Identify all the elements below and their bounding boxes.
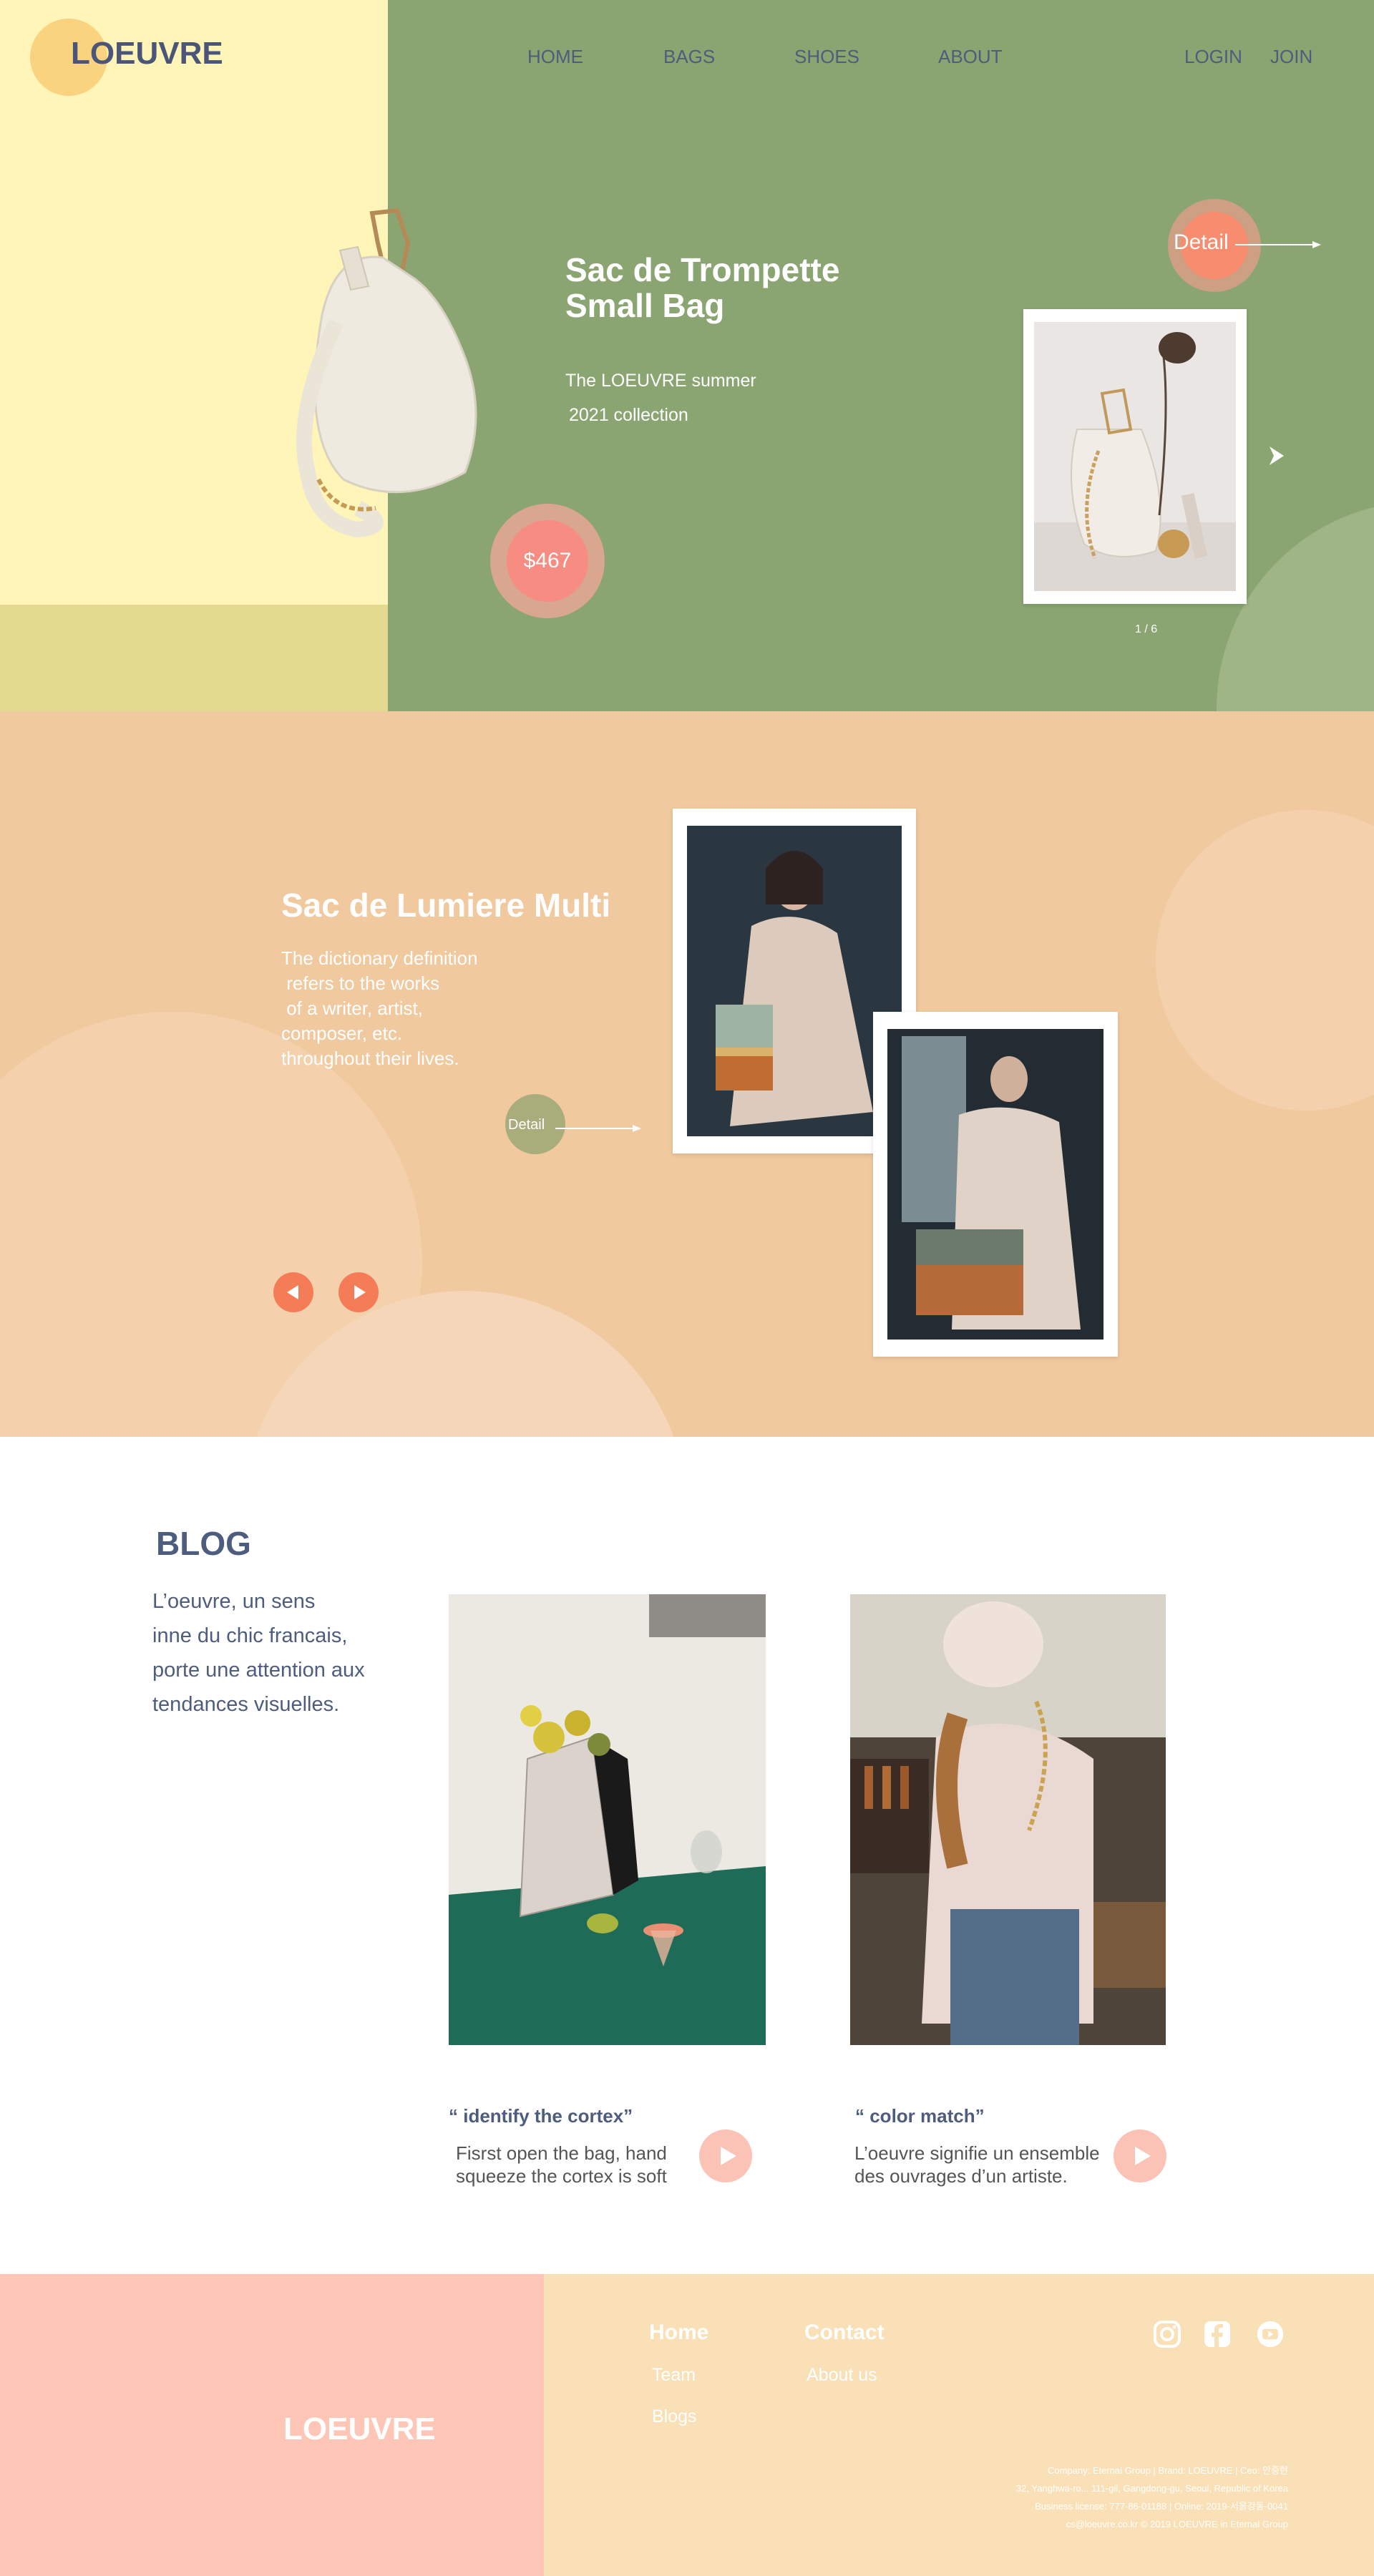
blog-card-1-text: Fisrst open the bag, hand squeeze the co… [456, 2142, 667, 2187]
hero-product-frame[interactable] [1023, 309, 1247, 604]
feature-decorative-circle-right [1156, 810, 1374, 1111]
footer-link-team[interactable]: Team [652, 2365, 696, 2386]
blog-card-1-title[interactable]: “ identify the cortex” [449, 2105, 633, 2127]
nav-item-home[interactable]: HOME [527, 46, 583, 68]
footer-link-about[interactable]: About us [807, 2365, 877, 2386]
feature-title: Sac de Lumiere Multi [281, 887, 611, 924]
footer-company-info: Company: Eternal Group | Brand: LOEUVRE … [1015, 2465, 1288, 2529]
hero-title-line2: Small Bag [565, 287, 725, 324]
nav-item-bags[interactable]: BAGS [663, 46, 715, 68]
play-icon [354, 1285, 366, 1299]
hero-product-photo [1034, 322, 1236, 591]
hero-subtitle: The LOEUVRE summer 2021 collection [565, 364, 756, 432]
facebook-icon[interactable] [1203, 2320, 1232, 2348]
feature-photo-frame-2[interactable] [873, 1012, 1118, 1357]
blog-card-1-play-button[interactable] [699, 2129, 752, 2182]
blog-title: BLOG [156, 1525, 251, 1562]
arrow-left-icon [287, 1285, 298, 1299]
footer-brand-panel [0, 2274, 544, 2576]
blog-card-2-text: L’oeuvre signifie un ensemble des ouvrag… [854, 2142, 1100, 2187]
hero-yellow-strip [0, 605, 388, 711]
nav-item-about[interactable]: ABOUT [938, 46, 1003, 68]
hero-detail-label[interactable]: Detail [1174, 230, 1229, 255]
instagram-icon[interactable] [1153, 2320, 1181, 2348]
feature-photo-2 [887, 1029, 1103, 1340]
play-icon [721, 2147, 736, 2165]
hero-title-line1: Sac de Trompette [565, 251, 840, 288]
feature-text: The dictionary definition refers to the … [281, 947, 478, 1069]
prev-button[interactable] [273, 1272, 313, 1312]
feature-detail-label[interactable]: Detail [508, 1117, 545, 1133]
nav-join[interactable]: JOIN [1270, 46, 1312, 68]
hero-title: Sac de Trompette Small Bag [565, 252, 866, 323]
footer-logo[interactable]: LOEUVRE [283, 2411, 436, 2447]
feature-arrow-head [633, 1125, 641, 1132]
logo[interactable]: LOEUVRE [71, 36, 223, 72]
arrow-right-icon [1235, 244, 1312, 245]
hero-subtitle-line2: 2021 collection [569, 405, 688, 425]
blog-card-2-image[interactable] [850, 1594, 1166, 2045]
blog-card-2-title[interactable]: “ color match” [855, 2105, 985, 2127]
price-badge: $467 [507, 520, 588, 602]
play-icon [1135, 2147, 1151, 2165]
nav-login[interactable]: LOGIN [1184, 46, 1242, 68]
feature-arrow-right-icon [555, 1128, 633, 1129]
nav-item-shoes[interactable]: SHOES [794, 46, 859, 68]
chevron-right-icon[interactable] [1267, 444, 1288, 468]
hero-subtitle-line1: The LOEUVRE summer [565, 371, 756, 391]
blog-card-2-play-button[interactable] [1114, 2129, 1166, 2182]
blog-photo-1 [449, 1594, 766, 2045]
hero-bag-image [296, 208, 477, 538]
youtube-icon[interactable] [1256, 2320, 1285, 2348]
feature-photo-1 [687, 826, 902, 1136]
footer-contact-heading[interactable]: Contact [804, 2321, 885, 2345]
footer-link-blogs[interactable]: Blogs [652, 2406, 697, 2427]
blog-photo-2 [850, 1594, 1166, 2045]
arrow-right-icon-head [1312, 241, 1321, 248]
blog-intro: L’oeuvre, un sens inne du chic francais,… [152, 1590, 365, 1716]
next-button[interactable] [338, 1272, 379, 1312]
footer-home-heading[interactable]: Home [649, 2321, 708, 2345]
blog-card-1-image[interactable] [449, 1594, 766, 2045]
hero-pagination: 1 / 6 [1135, 623, 1158, 635]
